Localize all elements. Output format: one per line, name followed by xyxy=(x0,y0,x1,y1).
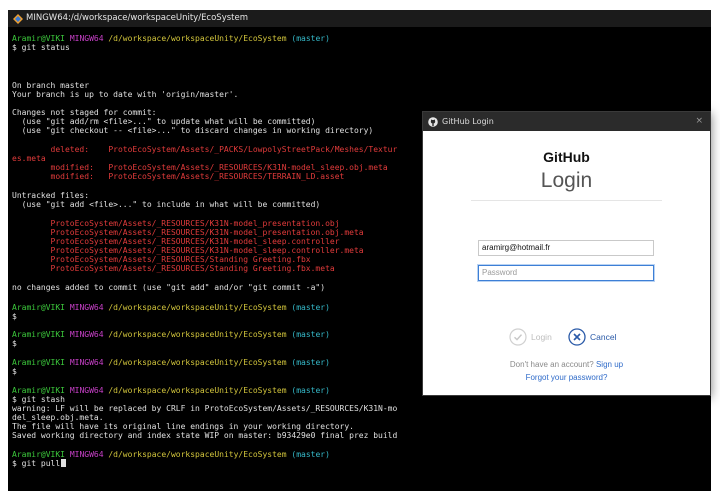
checkmark-circle-icon xyxy=(509,328,527,346)
deleted-file-line: deleted: ProtoEcoSystem/Assets/_PACKS/Lo… xyxy=(12,145,398,154)
output-line: no changes added to commit (use "git add… xyxy=(12,283,326,292)
git-bash-icon xyxy=(13,13,23,24)
email-field[interactable] xyxy=(478,240,654,256)
command-line: $ xyxy=(12,312,17,321)
terminal-cursor xyxy=(61,459,67,467)
terminal-titlebar[interactable]: MINGW64:/d/workspace/workspaceUnity/EcoS… xyxy=(8,10,711,27)
untracked-file-line: ProtoEcoSystem/Assets/_RESOURCES/Standin… xyxy=(12,264,335,273)
cancel-button-label: Cancel xyxy=(590,332,617,342)
untracked-file-line: ProtoEcoSystem/Assets/_RESOURCES/K31N-mo… xyxy=(12,228,364,237)
prompt-line: Aramir@VIKI MINGW64 /d/workspace/workspa… xyxy=(12,330,330,339)
output-line: (use "git checkout -- <file>..." to disc… xyxy=(12,126,374,135)
dialog-title: GitHub Login xyxy=(442,117,494,126)
github-login-dialog[interactable]: GitHub Login × GitHub Login Login Cancel… xyxy=(422,111,711,396)
login-heading: Login xyxy=(540,169,593,192)
command-line: $ git stash xyxy=(12,395,65,404)
output-line: Untracked files: xyxy=(12,191,90,200)
prompt-line: Aramir@VIKI MINGW64 /d/workspace/workspa… xyxy=(12,450,330,459)
output-line: del_sleep.obj.meta. xyxy=(12,413,104,422)
command-line: $ xyxy=(12,367,17,376)
output-line: On branch master xyxy=(12,81,90,90)
divider xyxy=(471,200,662,201)
login-button[interactable]: Login xyxy=(509,327,552,347)
prompt-line: Aramir@VIKI MINGW64 /d/workspace/workspa… xyxy=(12,303,330,312)
modified-file-line: modified: ProtoEcoSystem/Assets/_RESOURC… xyxy=(12,163,388,172)
untracked-file-line: ProtoEcoSystem/Assets/_RESOURCES/K31N-mo… xyxy=(12,237,340,246)
no-account-text: Don't have an account? xyxy=(509,360,594,369)
modified-file-line: modified: ProtoEcoSystem/Assets/_RESOURC… xyxy=(12,172,345,181)
deleted-file-line: es.meta xyxy=(12,154,46,163)
close-icon[interactable]: × xyxy=(695,112,703,131)
output-line: The file will have its original line end… xyxy=(12,422,354,431)
command-line: $ git status xyxy=(12,43,70,52)
terminal-title: MINGW64:/d/workspace/workspaceUnity/EcoS… xyxy=(26,13,249,23)
output-line: (use "git add/rm <file>..." to update wh… xyxy=(12,117,316,126)
signup-prompt: Don't have an account? Sign up xyxy=(423,360,710,369)
command-line: $ git pull xyxy=(12,459,67,468)
password-field[interactable] xyxy=(478,265,654,281)
prompt-line: Aramir@VIKI MINGW64 /d/workspace/workspa… xyxy=(12,358,330,367)
github-wordmark: GitHub xyxy=(543,149,590,165)
output-line: Changes not staged for commit: xyxy=(12,108,157,117)
prompt-line: Aramir@VIKI MINGW64 /d/workspace/workspa… xyxy=(12,386,330,395)
dialog-titlebar[interactable]: GitHub Login × xyxy=(423,112,710,131)
output-line: (use "git add <file>..." to include in w… xyxy=(12,200,321,209)
login-button-label: Login xyxy=(531,332,552,342)
x-circle-icon xyxy=(568,328,586,346)
untracked-file-line: ProtoEcoSystem/Assets/_RESOURCES/K31N-mo… xyxy=(12,219,340,228)
forgot-password-link[interactable]: Forgot your password? xyxy=(423,373,710,382)
untracked-file-line: ProtoEcoSystem/Assets/_RESOURCES/Standin… xyxy=(12,255,311,264)
untracked-file-line: ProtoEcoSystem/Assets/_RESOURCES/K31N-mo… xyxy=(12,246,364,255)
command-line: $ xyxy=(12,339,17,348)
sign-up-link[interactable]: Sign up xyxy=(596,360,623,369)
prompt-line: Aramir@VIKI MINGW64 /d/workspace/workspa… xyxy=(12,34,330,43)
output-line: Saved working directory and index state … xyxy=(12,431,398,440)
cancel-button[interactable]: Cancel xyxy=(568,327,616,347)
output-line: warning: LF will be replaced by CRLF in … xyxy=(12,404,398,413)
output-line: Your branch is up to date with 'origin/m… xyxy=(12,90,239,99)
github-octocat-icon xyxy=(428,116,438,127)
dialog-content: GitHub Login Login Cancel Don't have an … xyxy=(423,131,710,395)
